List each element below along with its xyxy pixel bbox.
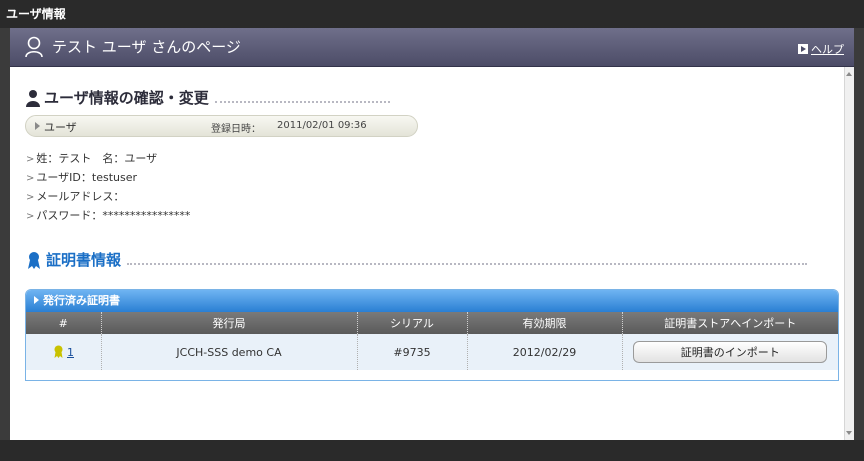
heading-dots bbox=[127, 262, 808, 265]
col-header-serial: シリアル bbox=[357, 312, 468, 334]
table-row: 1 JCCH-SSS demo CA #9735 2012/02/29 証明書の… bbox=[26, 334, 838, 370]
info-row-email: > メールアドレス： bbox=[26, 187, 190, 206]
app-window: ユーザ情報 テスト ユーザ さんのページ ヘルプ ユーザ情報の確認・変更 ユーザ… bbox=[0, 0, 864, 461]
info-name: 姓：テスト 名：ユーザ bbox=[36, 152, 158, 165]
help-arrow-icon bbox=[798, 44, 808, 54]
user-icon bbox=[25, 36, 43, 58]
registered-value: 2011/02/01 09:36 bbox=[277, 120, 367, 131]
window-bottom-bar bbox=[0, 440, 864, 461]
page-header: テスト ユーザ さんのページ ヘルプ bbox=[10, 28, 854, 67]
info-row-password: > パスワード：**************** bbox=[26, 206, 190, 225]
help-label: ヘルプ bbox=[811, 43, 844, 56]
person-icon bbox=[26, 89, 40, 107]
cert-section-heading: 証明書情報 bbox=[26, 249, 808, 270]
info-row-userid: > ユーザID：testuser bbox=[26, 168, 190, 187]
cell-expires: 2012/02/29 bbox=[467, 334, 623, 370]
user-info-list: > 姓：テスト 名：ユーザ > ユーザID：testuser > メールアドレス： >… bbox=[26, 149, 190, 225]
section-title-user: ユーザ情報の確認・変更 bbox=[44, 89, 209, 107]
user-bar[interactable]: ユーザ 登録日時： 2011/02/01 09:36 bbox=[25, 115, 418, 137]
certificate-link[interactable]: 1 bbox=[67, 346, 74, 359]
chevron-right-icon: > bbox=[26, 173, 35, 184]
award-icon bbox=[54, 345, 62, 358]
vertical-scrollbar[interactable] bbox=[844, 67, 854, 440]
certificates-table: # 発行局 シリアル 有効期限 証明書ストアへインポート 1 JCCH-SSS … bbox=[26, 312, 838, 370]
triangle-right-icon bbox=[35, 122, 40, 130]
info-row-name: > 姓：テスト 名：ユーザ bbox=[26, 149, 190, 168]
issued-certificates-header: 発行済み証明書 bbox=[26, 290, 838, 312]
chevron-right-icon: > bbox=[26, 211, 35, 222]
col-header-issuer: 発行局 bbox=[101, 312, 358, 334]
heading-dots bbox=[214, 100, 390, 103]
info-userid: ユーザID：testuser bbox=[36, 171, 138, 184]
award-icon bbox=[28, 251, 40, 269]
table-header-row: # 発行局 シリアル 有効期限 証明書ストアへインポート bbox=[26, 312, 838, 334]
help-link[interactable]: ヘルプ bbox=[798, 41, 844, 57]
scroll-down-icon[interactable] bbox=[846, 431, 852, 435]
window-title: ユーザ情報 bbox=[0, 0, 864, 28]
page-title: テスト ユーザ さんのページ bbox=[52, 38, 241, 56]
cell-import: 証明書のインポート bbox=[622, 334, 838, 370]
issued-certificates-panel: 発行済み証明書 # 発行局 シリアル 有効期限 証明書ストアへインポート 1 J… bbox=[25, 289, 839, 381]
user-bar-label: ユーザ bbox=[44, 121, 77, 134]
info-password: パスワード：**************** bbox=[36, 209, 191, 222]
issued-certificates-title: 発行済み証明書 bbox=[43, 294, 120, 307]
col-header-import: 証明書ストアへインポート bbox=[622, 312, 838, 334]
cell-issuer: JCCH-SSS demo CA bbox=[101, 334, 358, 370]
col-header-index: # bbox=[26, 312, 102, 334]
triangle-right-icon bbox=[34, 296, 39, 304]
cell-index: 1 bbox=[26, 334, 102, 370]
import-certificate-button[interactable]: 証明書のインポート bbox=[633, 341, 828, 363]
registered-label: 登録日時： bbox=[211, 124, 261, 135]
user-section-heading: ユーザ情報の確認・変更 bbox=[26, 87, 390, 108]
col-header-expires: 有効期限 bbox=[467, 312, 623, 334]
scroll-up-icon[interactable] bbox=[846, 72, 852, 76]
info-email: メールアドレス： bbox=[36, 190, 125, 203]
section-title-cert: 証明書情報 bbox=[46, 251, 122, 269]
chevron-right-icon: > bbox=[26, 154, 35, 165]
main-content: ユーザ情報の確認・変更 ユーザ 登録日時： 2011/02/01 09:36 >… bbox=[10, 67, 844, 440]
chevron-right-icon: > bbox=[26, 192, 35, 203]
cell-serial: #9735 bbox=[357, 334, 468, 370]
